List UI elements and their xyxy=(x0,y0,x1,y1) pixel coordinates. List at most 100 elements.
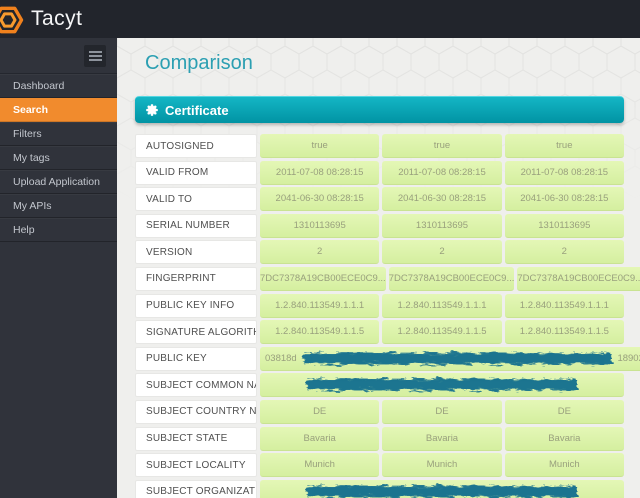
hexagon-logo-icon xyxy=(0,3,25,37)
table-row: SUBJECT ORGANIZATIO... xyxy=(135,480,624,498)
value-cell: 1.2.840.113549.1.1.1 xyxy=(260,294,379,318)
row-label: SUBJECT COMMON NAME xyxy=(135,373,257,397)
table-row: SUBJECT COUNTRY NA...DEDEDE xyxy=(135,400,624,424)
redaction-scribble xyxy=(302,483,582,498)
top-bar: Tacyt xyxy=(0,0,640,38)
redaction-scribble xyxy=(298,350,617,367)
value-cell: 1.2.840.113549.1.1.5 xyxy=(505,320,624,344)
redacted-value-cell xyxy=(260,480,624,498)
table-row: SERIAL NUMBER131011369513101136951310113… xyxy=(135,214,624,238)
sidebar: DashboardSearchFiltersMy tagsUpload Appl… xyxy=(0,38,117,498)
row-label: PUBLIC KEY xyxy=(135,347,257,371)
page-title: Comparison xyxy=(145,52,624,76)
table-row: AUTOSIGNEDtruetruetrue xyxy=(135,134,624,158)
value-cell: 1310113695 xyxy=(382,214,501,238)
sidebar-item-filters[interactable]: Filters xyxy=(0,122,117,146)
value-cell: 1.2.840.113549.1.1.1 xyxy=(382,294,501,318)
value-cell: Munich xyxy=(382,453,501,477)
row-label: FINGERPRINT xyxy=(135,267,257,291)
sidebar-item-upload-application[interactable]: Upload Application xyxy=(0,170,117,194)
row-values: truetruetrue xyxy=(260,134,624,158)
sidebar-header xyxy=(0,38,117,74)
row-values: 222 xyxy=(260,240,624,264)
value-cell: 7DC7378A19CB00ECE0C9... xyxy=(260,267,386,291)
value-cell: 2041-06-30 08:28:15 xyxy=(505,187,624,211)
value-cell: Bavaria xyxy=(505,427,624,451)
row-values: DEDEDE xyxy=(260,400,624,424)
table-row: SUBJECT COMMON NAME xyxy=(135,373,624,397)
row-values xyxy=(260,480,624,498)
row-label: AUTOSIGNED xyxy=(135,134,257,158)
row-label: VALID TO xyxy=(135,187,257,211)
value-cell: 7DC7378A19CB00ECE0C9... xyxy=(517,267,640,291)
row-values: 131011369513101136951310113695 xyxy=(260,214,624,238)
row-label: SUBJECT ORGANIZATIO... xyxy=(135,480,257,498)
sidebar-item-search[interactable]: Search xyxy=(0,98,117,122)
row-values: 7DC7378A19CB00ECE0C9...7DC7378A19CB00ECE… xyxy=(260,267,640,291)
value-cell: 1.2.840.113549.1.1.1 xyxy=(505,294,624,318)
value-cell: 2041-06-30 08:28:15 xyxy=(260,187,379,211)
value-cell: 2041-06-30 08:28:15 xyxy=(382,187,501,211)
row-label: VERSION xyxy=(135,240,257,264)
row-label: SUBJECT COUNTRY NA... xyxy=(135,400,257,424)
table-row: PUBLIC KEY INFO1.2.840.113549.1.1.11.2.8… xyxy=(135,294,624,318)
row-values: 1.2.840.113549.1.1.51.2.840.113549.1.1.5… xyxy=(260,320,624,344)
app-logo: Tacyt xyxy=(0,2,83,37)
value-cell: 2 xyxy=(382,240,501,264)
value-fragment: 18902818100a... xyxy=(617,353,640,364)
value-cell: true xyxy=(260,134,379,158)
value-cell: 7DC7378A19CB00ECE0C9... xyxy=(389,267,515,291)
row-label: SUBJECT LOCALITY xyxy=(135,453,257,477)
certificate-section-header[interactable]: Certificate xyxy=(135,96,624,123)
value-cell: 1310113695 xyxy=(260,214,379,238)
row-label: SERIAL NUMBER xyxy=(135,214,257,238)
row-label: SUBJECT STATE xyxy=(135,427,257,451)
sidebar-item-dashboard[interactable]: Dashboard xyxy=(0,74,117,98)
row-values: BavariaBavariaBavaria xyxy=(260,427,624,451)
value-cell: DE xyxy=(382,400,501,424)
value-cell: 2011-07-08 08:28:15 xyxy=(505,161,624,185)
value-cell: 2011-07-08 08:28:15 xyxy=(382,161,501,185)
value-cell: 1310113695 xyxy=(505,214,624,238)
value-cell: 2 xyxy=(260,240,379,264)
sidebar-item-my-tags[interactable]: My tags xyxy=(0,146,117,170)
app-title: Tacyt xyxy=(31,7,83,31)
value-cell: DE xyxy=(260,400,379,424)
table-row: FINGERPRINT7DC7378A19CB00ECE0C9...7DC737… xyxy=(135,267,624,291)
row-values: 2011-07-08 08:28:152011-07-08 08:28:1520… xyxy=(260,161,624,185)
row-label: SIGNATURE ALGORITHM xyxy=(135,320,257,344)
row-label: PUBLIC KEY INFO xyxy=(135,294,257,318)
redaction-scribble xyxy=(302,376,582,393)
sidebar-item-my-apis[interactable]: My APIs xyxy=(0,194,117,218)
value-cell: Bavaria xyxy=(260,427,379,451)
table-row: SUBJECT STATEBavariaBavariaBavaria xyxy=(135,427,624,451)
table-row: VALID TO2041-06-30 08:28:152041-06-30 08… xyxy=(135,187,624,211)
main-content: Comparison Certificate AUTOSIGNEDtruetru… xyxy=(117,38,640,498)
seal-icon xyxy=(146,104,158,116)
value-cell: Munich xyxy=(505,453,624,477)
sidebar-menu: DashboardSearchFiltersMy tagsUpload Appl… xyxy=(0,74,117,242)
section-title: Certificate xyxy=(165,103,229,118)
table-row: PUBLIC KEY03818d18902818100a... xyxy=(135,347,624,371)
row-values: 03818d18902818100a... xyxy=(260,347,640,371)
sidebar-item-help[interactable]: Help xyxy=(0,218,117,242)
value-cell: 2 xyxy=(505,240,624,264)
value-cell: true xyxy=(382,134,501,158)
hamburger-icon[interactable] xyxy=(84,45,106,67)
row-values xyxy=(260,373,624,397)
redacted-value-cell: 03818d18902818100a... xyxy=(260,347,640,371)
value-cell: Bavaria xyxy=(382,427,501,451)
row-label: VALID FROM xyxy=(135,161,257,185)
row-values: 2041-06-30 08:28:152041-06-30 08:28:1520… xyxy=(260,187,624,211)
row-values: 1.2.840.113549.1.1.11.2.840.113549.1.1.1… xyxy=(260,294,624,318)
redacted-value-cell xyxy=(260,373,624,397)
value-cell: true xyxy=(505,134,624,158)
table-row: SUBJECT LOCALITYMunichMunichMunich xyxy=(135,453,624,477)
value-cell: DE xyxy=(505,400,624,424)
certificate-table: AUTOSIGNEDtruetruetrueVALID FROM2011-07-… xyxy=(135,134,624,498)
table-row: SIGNATURE ALGORITHM1.2.840.113549.1.1.51… xyxy=(135,320,624,344)
value-cell: Munich xyxy=(260,453,379,477)
value-cell: 2011-07-08 08:28:15 xyxy=(260,161,379,185)
row-values: MunichMunichMunich xyxy=(260,453,624,477)
table-row: VERSION222 xyxy=(135,240,624,264)
